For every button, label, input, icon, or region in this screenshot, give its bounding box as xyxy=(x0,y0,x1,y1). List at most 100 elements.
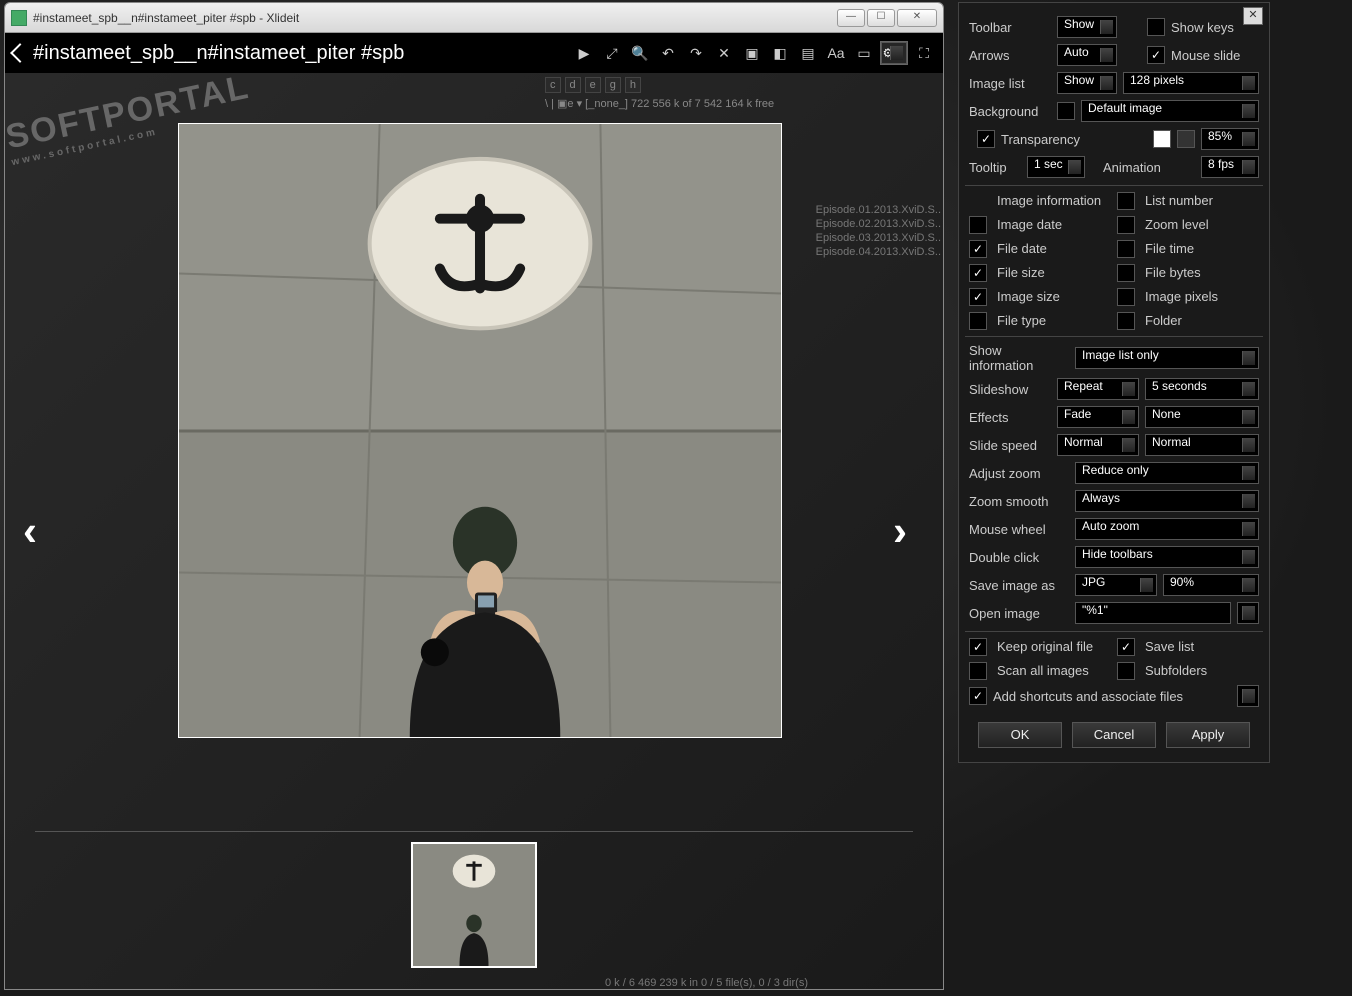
back-icon[interactable] xyxy=(10,43,30,63)
showinfo-label: Show information xyxy=(969,343,1069,373)
adjustzoom-select[interactable]: Reduce only xyxy=(1075,462,1259,484)
fit-icon[interactable]: ⤢ xyxy=(601,42,623,64)
assoc-button[interactable] xyxy=(1237,685,1259,707)
background-label: Background xyxy=(969,104,1051,119)
titlebar[interactable]: #instameet_spb__n#instameet_piter #spb -… xyxy=(5,3,943,33)
export-icon[interactable]: ▭ xyxy=(853,42,875,64)
background-select[interactable]: Default image xyxy=(1081,100,1259,122)
imagepixels-checkbox[interactable] xyxy=(1117,288,1135,306)
showinfo-select[interactable]: Image list only xyxy=(1075,347,1259,369)
doubleclick-select[interactable]: Hide toolbars xyxy=(1075,546,1259,568)
effects-label: Effects xyxy=(969,410,1051,425)
zoomlevel-checkbox[interactable] xyxy=(1117,216,1135,234)
imagedate-checkbox[interactable] xyxy=(969,216,987,234)
imagelist-label: Image list xyxy=(969,76,1051,91)
close-button[interactable]: ✕ xyxy=(897,9,937,27)
drive-bar[interactable]: cdegh xyxy=(545,77,641,93)
slidespeed2-select[interactable]: Normal xyxy=(1145,434,1259,456)
rotate-left-icon[interactable]: ↶ xyxy=(657,42,679,64)
main-window: #instameet_spb__n#instameet_piter #spb -… xyxy=(4,2,944,990)
thumbnail-bar xyxy=(35,831,913,971)
keeporig-checkbox[interactable]: ✓ xyxy=(969,638,987,656)
toolbar-label: Toolbar xyxy=(969,20,1051,35)
text-icon[interactable]: Aa xyxy=(825,42,847,64)
imageinfo-label: Image information xyxy=(997,192,1111,210)
background-color-swatch[interactable] xyxy=(1057,102,1075,120)
slideshow-mode-select[interactable]: Repeat xyxy=(1057,378,1139,400)
maximize-button[interactable]: ☐ xyxy=(867,9,895,27)
slidespeed-label: Slide speed xyxy=(969,438,1051,453)
animation-select[interactable]: 8 fps xyxy=(1201,156,1259,178)
fullscreen-icon[interactable]: ⛶ xyxy=(913,42,935,64)
viewer-area: SOFTPORTALwww.softportal.com cdegh \ | ▣… xyxy=(5,73,943,989)
mousewheel-label: Mouse wheel xyxy=(969,522,1069,537)
crop-icon[interactable]: ▣ xyxy=(741,42,763,64)
mouseslide-label: Mouse slide xyxy=(1171,48,1240,63)
transparency-value[interactable]: 85% xyxy=(1201,128,1259,150)
disk-info: \ | ▣e ▾ [_none_] 722 556 k of 7 542 164… xyxy=(545,97,774,110)
app-icon xyxy=(11,10,27,26)
filetime-checkbox[interactable] xyxy=(1117,240,1135,258)
adjust-icon[interactable]: ◧ xyxy=(769,42,791,64)
copy-icon[interactable]: ▤ xyxy=(797,42,819,64)
ok-button[interactable]: OK xyxy=(978,722,1062,748)
doubleclick-label: Double click xyxy=(969,550,1069,565)
minimize-button[interactable]: — xyxy=(837,9,865,27)
filesize-checkbox[interactable]: ✓ xyxy=(969,264,987,282)
apply-button[interactable]: Apply xyxy=(1166,722,1250,748)
filebytes-checkbox[interactable] xyxy=(1117,264,1135,282)
cancel-button[interactable]: Cancel xyxy=(1072,722,1156,748)
transparency-label: Transparency xyxy=(1001,132,1147,147)
thumbnail[interactable] xyxy=(411,842,537,968)
saveas-quality-select[interactable]: 90% xyxy=(1163,574,1259,596)
settings-panel: ✕ Toolbar Show Show keys Arrows Auto ✓ M… xyxy=(958,2,1270,763)
imagelist-select[interactable]: Show xyxy=(1057,72,1117,94)
imagesize-checkbox[interactable]: ✓ xyxy=(969,288,987,306)
shortcuts-checkbox[interactable]: ✓ xyxy=(969,687,987,705)
zoom-icon[interactable]: 🔍 xyxy=(629,42,651,64)
rotate-right-icon[interactable]: ↷ xyxy=(685,42,707,64)
adjustzoom-label: Adjust zoom xyxy=(969,466,1069,481)
prev-arrow[interactable]: ‹ xyxy=(23,507,55,555)
mousewheel-select[interactable]: Auto zoom xyxy=(1075,518,1259,540)
tooltip-label: Tooltip xyxy=(969,160,1021,175)
filetype-checkbox[interactable] xyxy=(969,312,987,330)
saveas-format-select[interactable]: JPG xyxy=(1075,574,1157,596)
scanall-checkbox[interactable] xyxy=(969,662,987,680)
subfolders-checkbox[interactable] xyxy=(1117,662,1135,680)
arrows-label: Arrows xyxy=(969,48,1051,63)
arrows-select[interactable]: Auto xyxy=(1057,44,1117,66)
browse-button[interactable]: … xyxy=(1237,602,1259,624)
transparency-checkbox[interactable]: ✓ xyxy=(977,130,995,148)
window-title: #instameet_spb__n#instameet_piter #spb -… xyxy=(33,11,837,25)
file-list: Episode.01.2013.XviD.S..Episode.02.2013.… xyxy=(816,203,941,259)
transp-white-swatch[interactable] xyxy=(1153,130,1171,148)
delete-icon[interactable]: ✕ xyxy=(713,42,735,64)
savelist-checkbox[interactable]: ✓ xyxy=(1117,638,1135,656)
mouseslide-checkbox[interactable]: ✓ xyxy=(1147,46,1165,64)
slidespeed1-select[interactable]: Normal xyxy=(1057,434,1139,456)
main-image[interactable] xyxy=(178,123,782,738)
toolbar-select[interactable]: Show xyxy=(1057,16,1117,38)
tooltip-select[interactable]: 1 sec xyxy=(1027,156,1085,178)
effects-select[interactable]: Fade xyxy=(1057,406,1139,428)
filedate-checkbox[interactable]: ✓ xyxy=(969,240,987,258)
settings-icon[interactable]: ⚙ xyxy=(881,42,907,64)
openimage-input[interactable]: "%1" xyxy=(1075,602,1231,624)
image-title: #instameet_spb__n#instameet_piter #spb xyxy=(33,42,567,65)
showkeys-label: Show keys xyxy=(1171,20,1234,35)
status-bar: 0 k / 6 469 239 k in 0 / 5 file(s), 0 / … xyxy=(605,977,808,989)
next-arrow[interactable]: › xyxy=(893,507,925,555)
folder-checkbox[interactable] xyxy=(1117,312,1135,330)
slideshow-time-select[interactable]: 5 seconds xyxy=(1145,378,1259,400)
shortcuts-label: Add shortcuts and associate files xyxy=(993,689,1231,704)
effects2-select[interactable]: None xyxy=(1145,406,1259,428)
imagelist-size-select[interactable]: 128 pixels xyxy=(1123,72,1259,94)
transp-dark-swatch[interactable] xyxy=(1177,130,1195,148)
saveas-label: Save image as xyxy=(969,578,1069,593)
showkeys-checkbox[interactable] xyxy=(1147,18,1165,36)
listnumber-checkbox[interactable] xyxy=(1117,192,1135,210)
panel-close-button[interactable]: ✕ xyxy=(1243,7,1263,25)
zoomsmooth-select[interactable]: Always xyxy=(1075,490,1259,512)
play-icon[interactable]: ▶ xyxy=(573,42,595,64)
